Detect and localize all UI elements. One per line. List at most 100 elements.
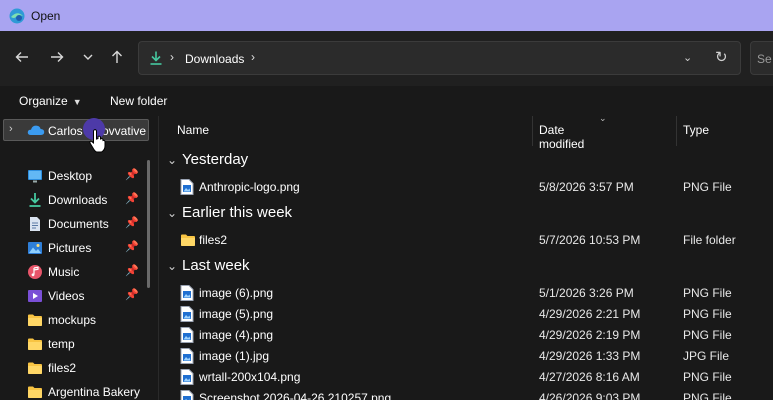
pin-icon: 📌 bbox=[125, 265, 139, 277]
column-label: Type bbox=[683, 123, 710, 137]
file-row[interactable]: image (4).png 4/29/2026 2:19 PM PNG File bbox=[159, 324, 773, 345]
file-date: 5/8/2026 3:57 PM bbox=[539, 180, 634, 194]
image-file-icon bbox=[180, 390, 194, 400]
title-bar: Open bbox=[0, 0, 773, 31]
sidebar-item-documents[interactable]: Documents 📌 bbox=[0, 212, 146, 236]
sidebar-item-desktop[interactable]: Desktop 📌 bbox=[0, 164, 146, 188]
file-row[interactable]: wrtall-200x104.png 4/27/2026 8:16 AM PNG… bbox=[159, 366, 773, 387]
chevron-down-icon[interactable]: ⌄ bbox=[167, 153, 177, 167]
image-file-icon bbox=[180, 306, 194, 322]
group-label: Last week bbox=[182, 257, 250, 274]
sidebar-item-label: Pictures bbox=[48, 241, 92, 255]
pin-icon: 📌 bbox=[125, 241, 139, 253]
column-divider[interactable] bbox=[676, 116, 677, 146]
file-row[interactable]: image (1).jpg 4/29/2026 1:33 PM JPG File bbox=[159, 345, 773, 366]
expand-chevron-icon[interactable]: › bbox=[9, 123, 13, 135]
image-file-icon bbox=[180, 348, 194, 364]
file-name: Screenshot 2026-04-26 210257.png bbox=[199, 391, 392, 400]
folder-icon bbox=[27, 360, 43, 376]
sidebar-scrollbar[interactable] bbox=[147, 160, 150, 288]
sidebar-item-mockups[interactable]: mockups bbox=[0, 308, 146, 332]
sidebar-item-label: Documents bbox=[48, 217, 109, 231]
image-file-icon bbox=[180, 179, 194, 195]
pin-icon: 📌 bbox=[125, 289, 139, 301]
caret-down-icon: ▼ bbox=[72, 97, 82, 107]
file-date: 4/26/2026 9:03 PM bbox=[539, 391, 641, 400]
window-title: Open bbox=[31, 9, 61, 23]
file-name: wrtall-200x104.png bbox=[199, 370, 301, 384]
folder-icon bbox=[27, 312, 43, 328]
file-type: PNG File bbox=[683, 370, 732, 384]
sidebar-item-pictures[interactable]: Pictures 📌 bbox=[0, 236, 146, 260]
file-list: Name ⌄ Date modified Type ⌄ Yesterday An… bbox=[159, 116, 773, 400]
sidebar-item-argentina-bakery[interactable]: Argentina Bakery bbox=[0, 380, 146, 400]
download-icon bbox=[29, 193, 41, 207]
sidebar-item-files2[interactable]: files2 bbox=[0, 356, 146, 380]
chevron-down-icon[interactable]: ⌄ bbox=[167, 206, 177, 220]
desktop-icon bbox=[28, 170, 42, 183]
download-icon bbox=[150, 51, 162, 65]
sidebar-item-downloads[interactable]: Downloads 📌 bbox=[0, 188, 146, 212]
image-file-icon bbox=[180, 285, 194, 301]
onedrive-cloud-icon bbox=[27, 125, 45, 135]
pin-icon: 📌 bbox=[125, 217, 139, 229]
file-type: File folder bbox=[683, 233, 736, 247]
up-button[interactable] bbox=[105, 45, 129, 69]
music-icon bbox=[28, 265, 42, 279]
folder-icon bbox=[180, 232, 196, 248]
file-date: 5/7/2026 10:53 PM bbox=[539, 233, 641, 247]
navigation-bar: › Downloads › ⌄ ↻ Se bbox=[0, 31, 773, 86]
file-name: Anthropic-logo.png bbox=[199, 180, 300, 194]
column-label: Date modified bbox=[539, 123, 585, 151]
organize-label: Organize bbox=[19, 94, 68, 108]
file-row[interactable]: files2 5/7/2026 10:53 PM File folder bbox=[159, 229, 773, 250]
documents-icon bbox=[30, 217, 40, 231]
sidebar-item-onedrive[interactable]: › Carlos - Novvative bbox=[3, 119, 149, 141]
file-type: PNG File bbox=[683, 328, 732, 342]
organize-button[interactable]: Organize ▼ bbox=[19, 94, 82, 108]
recent-locations-button[interactable] bbox=[76, 45, 100, 69]
sidebar-item-videos[interactable]: Videos 📌 bbox=[0, 284, 146, 308]
pin-icon: 📌 bbox=[125, 193, 139, 205]
file-row[interactable]: Screenshot 2026-04-26 210257.png 4/26/20… bbox=[159, 387, 773, 400]
back-button[interactable] bbox=[10, 45, 34, 69]
folder-icon bbox=[27, 384, 43, 400]
column-divider[interactable] bbox=[532, 116, 533, 146]
file-row[interactable]: image (5).png 4/29/2026 2:21 PM PNG File bbox=[159, 303, 773, 324]
file-date: 4/29/2026 1:33 PM bbox=[539, 349, 641, 363]
image-file-icon bbox=[180, 369, 194, 385]
forward-button[interactable] bbox=[45, 45, 69, 69]
sidebar-item-music[interactable]: Music 📌 bbox=[0, 260, 146, 284]
image-file-icon bbox=[180, 327, 194, 343]
refresh-icon[interactable]: ↻ bbox=[715, 48, 728, 66]
sidebar-item-temp[interactable]: temp bbox=[0, 332, 146, 356]
command-bar: Organize ▼ New folder bbox=[0, 86, 773, 116]
file-row[interactable]: image (6).png 5/1/2026 3:26 PM PNG File bbox=[159, 282, 773, 303]
sidebar-item-label: mockups bbox=[48, 313, 97, 327]
file-name: image (4).png bbox=[199, 328, 274, 342]
file-date: 4/29/2026 2:21 PM bbox=[539, 307, 641, 321]
breadcrumb-chevron-icon[interactable]: › bbox=[170, 50, 174, 64]
breadcrumb-downloads[interactable]: Downloads bbox=[185, 52, 244, 66]
chevron-down-icon[interactable]: ⌄ bbox=[167, 259, 177, 273]
folder-icon bbox=[27, 336, 43, 352]
column-label: Name bbox=[177, 123, 210, 137]
sidebar-item-label: temp bbox=[48, 337, 75, 351]
videos-icon bbox=[28, 290, 42, 302]
group-label: Yesterday bbox=[182, 151, 249, 168]
file-name: image (1).jpg bbox=[199, 349, 270, 363]
search-input[interactable]: Se bbox=[750, 41, 773, 75]
arrow-right-icon bbox=[51, 52, 64, 62]
new-folder-button[interactable]: New folder bbox=[110, 94, 167, 108]
file-date: 5/1/2026 3:26 PM bbox=[539, 286, 634, 300]
sort-caret-icon: ⌄ bbox=[599, 116, 607, 123]
file-date: 4/29/2026 2:19 PM bbox=[539, 328, 641, 342]
file-row[interactable]: Anthropic-logo.png 5/8/2026 3:57 PM PNG … bbox=[159, 176, 773, 197]
breadcrumb-chevron-icon[interactable]: › bbox=[251, 50, 255, 64]
address-bar[interactable]: › Downloads › ⌄ ↻ bbox=[138, 41, 741, 75]
file-name: image (6).png bbox=[199, 286, 274, 300]
file-type: PNG File bbox=[683, 180, 732, 194]
address-dropdown-icon[interactable]: ⌄ bbox=[683, 51, 692, 64]
search-placeholder: Se bbox=[757, 52, 772, 66]
chevron-down-icon bbox=[83, 54, 93, 60]
